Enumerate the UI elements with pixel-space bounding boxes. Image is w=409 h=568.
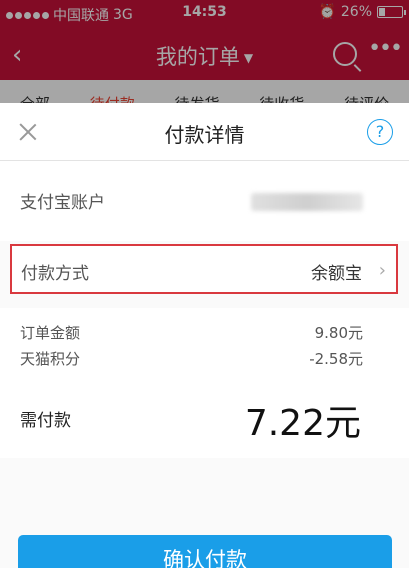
account-label: 支付宝账户 bbox=[20, 193, 105, 213]
alipay-account-row: 支付宝账户 bbox=[0, 161, 409, 241]
method-value: 余额宝 bbox=[311, 264, 362, 284]
points-label: 天猫积分 bbox=[20, 350, 81, 368]
help-icon[interactable]: ? bbox=[367, 119, 393, 145]
points-row: 天猫积分 -2.58元 bbox=[20, 348, 363, 369]
amount-due-value: 7.22元 bbox=[244, 403, 361, 444]
sheet-header: 付款详情 ? bbox=[0, 103, 409, 161]
confirm-payment-button[interactable]: 确认付款 bbox=[18, 535, 392, 568]
payment-sheet: 付款详情 ? 支付宝账户 付款方式 余额宝 › 订单金额 9.80元 天猫积分 … bbox=[0, 103, 409, 568]
sheet-title: 付款详情 bbox=[164, 123, 245, 147]
order-amount-label: 订单金额 bbox=[20, 324, 81, 342]
points-value: -2.58元 bbox=[309, 350, 363, 368]
account-value-masked bbox=[251, 193, 363, 211]
order-amount-row: 订单金额 9.80元 bbox=[20, 322, 363, 343]
payment-method-row[interactable]: 付款方式 余额宝 › bbox=[10, 244, 398, 294]
amount-due-label: 需付款 bbox=[20, 411, 71, 431]
order-amount-value: 9.80元 bbox=[314, 324, 363, 342]
chevron-right-icon: › bbox=[378, 260, 386, 281]
method-label: 付款方式 bbox=[21, 264, 89, 284]
amount-summary: 订单金额 9.80元 天猫积分 -2.58元 需付款 7.22元 bbox=[0, 308, 409, 458]
